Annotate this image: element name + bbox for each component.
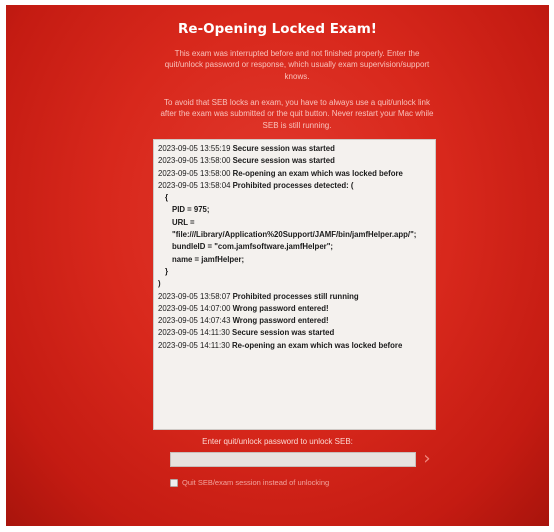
log-message: Re-opening an exam which was locked befo… bbox=[232, 340, 403, 350]
info-paragraph-avoid-lock: To avoid that SEB locks an exam, you hav… bbox=[160, 98, 434, 130]
seb-lock-screen: Re-Opening Locked Exam! This exam was in… bbox=[6, 5, 549, 526]
log-message: Secure session was started bbox=[232, 144, 335, 153]
log-timestamp: 2023-09-05 14:07:43 bbox=[158, 316, 231, 326]
quit-session-label[interactable]: Quit SEB/exam session instead of unlocki… bbox=[182, 478, 329, 487]
log-entry: 2023-09-05 14:07:43 Wrong password enter… bbox=[158, 315, 432, 327]
chevron-right-icon[interactable]: › bbox=[420, 449, 434, 469]
page-title: Re-Opening Locked Exam! bbox=[178, 21, 377, 37]
unlock-password-prompt: Enter quit/unlock password to unlock SEB… bbox=[202, 437, 353, 446]
log-entry: 2023-09-05 13:58:07 Prohibited processes… bbox=[158, 291, 432, 303]
log-message: Re-opening an exam which was locked befo… bbox=[232, 168, 403, 178]
log-timestamp: 2023-09-05 13:55:19 bbox=[158, 144, 231, 153]
log-timestamp: 2023-09-05 13:58:04 bbox=[158, 180, 231, 190]
log-timestamp: 2023-09-05 13:58:00 bbox=[158, 168, 231, 178]
log-message: Prohibited processes detected: ( bbox=[232, 180, 354, 190]
log-detail-pid: PID = 975; bbox=[172, 205, 210, 215]
log-timestamp: 2023-09-05 14:11:30 bbox=[158, 328, 230, 338]
log-timestamp: 2023-09-05 13:58:07 bbox=[158, 291, 231, 301]
log-message: Secure session was started bbox=[232, 156, 335, 166]
quit-session-option[interactable]: Quit SEB/exam session instead of unlocki… bbox=[170, 478, 329, 487]
log-detail-url: URL = "file:///Library/Application%20Sup… bbox=[172, 217, 417, 240]
log-detail-close-brace: } bbox=[165, 266, 169, 276]
log-entry: 2023-09-05 13:58:04 Prohibited processes… bbox=[158, 180, 432, 192]
log-entry: 2023-09-05 13:55:19 Secure session was s… bbox=[158, 143, 432, 155]
log-entry: 2023-09-05 14:07:00 Wrong password enter… bbox=[158, 303, 432, 315]
log-detail-close-paren: ) bbox=[158, 279, 161, 289]
log-detail-open-brace: { bbox=[165, 193, 169, 203]
session-log[interactable]: 2023-09-05 13:55:19 Secure session was s… bbox=[153, 139, 436, 430]
log-timestamp: 2023-09-05 13:58:00 bbox=[158, 156, 231, 166]
quit-session-checkbox[interactable] bbox=[170, 478, 178, 487]
log-message: Prohibited processes still running bbox=[232, 291, 359, 301]
log-message: Secure session was started bbox=[232, 328, 335, 338]
log-entry: 2023-09-05 14:11:30 Secure session was s… bbox=[158, 327, 432, 339]
log-timestamp: 2023-09-05 14:11:30 bbox=[158, 340, 230, 350]
log-entry: 2023-09-05 13:58:00 Secure session was s… bbox=[158, 155, 432, 167]
log-message: Wrong password entered! bbox=[232, 316, 329, 326]
unlock-password-input[interactable] bbox=[170, 452, 416, 467]
log-entry: 2023-09-05 13:58:00 Re-opening an exam w… bbox=[158, 168, 432, 180]
log-message: Wrong password entered! bbox=[232, 303, 329, 313]
info-paragraph-interrupted: This exam was interrupted before and not… bbox=[164, 49, 430, 81]
log-detail-bundle: bundleID = "com.jamfsoftware.jamfHelper"… bbox=[172, 242, 333, 252]
log-timestamp: 2023-09-05 14:07:00 bbox=[158, 303, 231, 313]
log-entry: 2023-09-05 14:11:30 Re-opening an exam w… bbox=[158, 340, 432, 352]
log-detail-name: name = jamfHelper; bbox=[172, 254, 245, 264]
